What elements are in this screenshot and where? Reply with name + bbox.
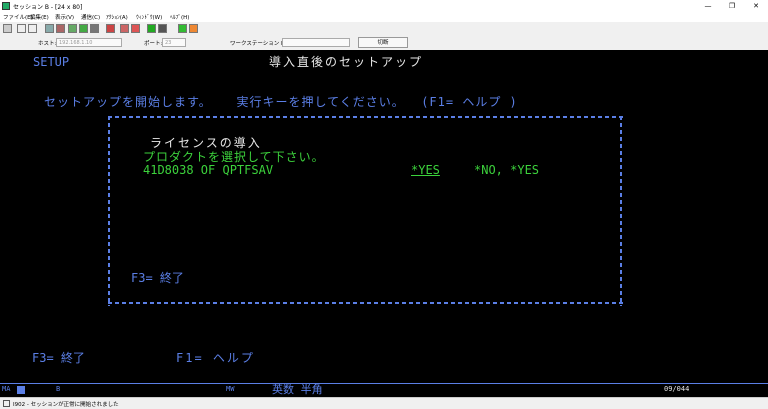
footer-f3-exit[interactable]: F3= 終了 (32, 351, 85, 365)
dialog-border-left (108, 116, 110, 306)
window-title: セッション B - [24 x 80] (13, 4, 83, 11)
workstation-id-label: ワークステーション ID: (230, 41, 289, 47)
message-bar: I902 - セッションが正常に開始されました (0, 397, 768, 409)
keyboard-icon[interactable] (90, 24, 99, 33)
dialog-prompt: プロダクトを選択して下さい。 (143, 150, 325, 164)
dialog-border-right (620, 116, 622, 306)
instruction-text: セットアップを開始します。 実行キーを押してください。 (F1= ヘルプ ) (44, 95, 518, 109)
dialog-border-bottom (108, 302, 624, 304)
paste-icon[interactable] (28, 24, 37, 33)
menu-window[interactable]: ｳｨﾝﾄﾞｳ(W) (136, 13, 162, 21)
menu-edit[interactable]: 編集(E) (30, 13, 49, 21)
record-icon[interactable] (120, 24, 129, 33)
copy-icon[interactable] (17, 24, 26, 33)
connection-bar: ホスト: 192.168.1.10 ポート: 23 ワークステーション ID: … (0, 36, 768, 49)
cursor-position: 09/044 (664, 385, 690, 393)
receive-icon[interactable] (56, 24, 65, 33)
send-icon[interactable] (45, 24, 54, 33)
display-icon[interactable] (79, 24, 88, 33)
port-label: ポート: (144, 41, 163, 47)
network-icon[interactable] (147, 24, 156, 33)
menu-action[interactable]: ｱｸｼｮﾝ(A) (106, 13, 128, 21)
session-indicator: B (56, 385, 61, 393)
settings-icon[interactable] (68, 24, 77, 33)
terminal-screen[interactable]: SETUP 導入直後のセットアップ セットアップを開始します。 実行キーを押して… (0, 50, 768, 383)
product-options: *NO, *YES (474, 163, 540, 177)
dialog-border-top (108, 116, 624, 118)
macro-icon[interactable] (106, 24, 115, 33)
dialog-f3-exit[interactable]: F3= 終了 (131, 271, 184, 285)
minimize-button[interactable]: — (696, 0, 720, 12)
print-icon[interactable] (3, 24, 12, 33)
menu-communication[interactable]: 通信(C) (81, 13, 100, 21)
port-field[interactable]: 23 (162, 38, 186, 47)
workstation-id-field[interactable] (282, 38, 350, 47)
product-value-input[interactable]: *YES (411, 163, 440, 177)
close-button[interactable]: ✕ (744, 0, 768, 12)
input-mode: 英数 半角 (272, 383, 323, 396)
menu-file[interactable]: ファイル(E) (3, 13, 33, 21)
product-label: 41D8038 OF QPTFSAV (143, 163, 274, 177)
disconnect-button[interactable]: 切断 (358, 37, 408, 48)
status-message: I902 - セッションが正常に開始されました (13, 402, 119, 408)
message-icon (3, 400, 10, 407)
mw-indicator: MW (226, 385, 235, 393)
footer-f1-help[interactable]: F1= ヘルプ (176, 351, 255, 365)
menu-bar: ファイル(E) 編集(E) 表示(V) 通信(C) ｱｸｼｮﾝ(A) ｳｨﾝﾄﾞ… (0, 12, 768, 22)
status-line: MA B MW 英数 半角 09/044 (0, 383, 768, 397)
screen-heading: 導入直後のセットアップ (269, 55, 424, 69)
maximize-button[interactable]: ❐ (720, 0, 744, 12)
toolbar (0, 22, 768, 37)
screen-id: SETUP (33, 55, 70, 69)
dialog-title: ライセンスの導入 (150, 136, 262, 150)
play-icon[interactable] (131, 24, 140, 33)
host-field[interactable]: 192.168.1.10 (56, 38, 122, 47)
palette-icon[interactable] (189, 24, 198, 33)
ready-indicator-icon (17, 386, 25, 394)
menu-view[interactable]: 表示(V) (55, 13, 74, 21)
title-bar: セッション B - [24 x 80] — ❐ ✕ (0, 0, 768, 12)
app-icon (2, 2, 10, 10)
host-label: ホスト: (38, 41, 57, 47)
menu-help[interactable]: ﾍﾙﾌﾟ(H) (170, 13, 189, 21)
globe-icon[interactable] (178, 24, 187, 33)
ma-indicator: MA (2, 385, 11, 393)
tools-icon[interactable] (158, 24, 167, 33)
